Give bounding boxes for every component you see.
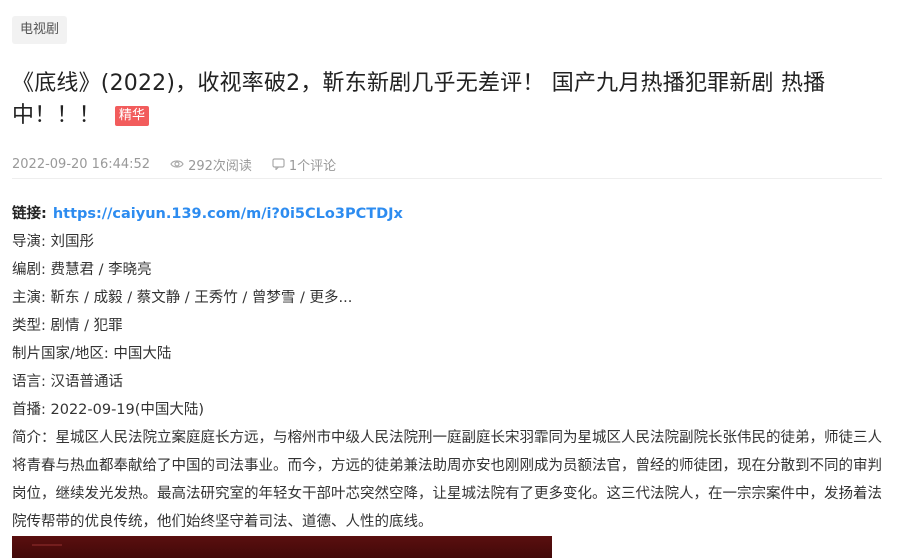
essence-badge: 精华	[114, 106, 150, 126]
meta-comments[interactable]: 1个评论	[272, 155, 336, 174]
language-row: 语言: 汉语普通话	[12, 374, 123, 390]
premiere-row: 首播: 2022-09-19(中国大陆)	[12, 402, 205, 418]
share-link[interactable]: https://caiyun.139.com/m/i?0i5CLo3PCTDJx	[53, 206, 403, 222]
article-title: 《底线》(2022)，收视率破2，靳东新剧几乎无差评！ 国产九月热播犯罪新剧 热…	[12, 68, 882, 132]
country-row: 制片国家/地区: 中国大陆	[12, 346, 172, 362]
datetime-text: 2022-09-20 16:44:52	[12, 156, 151, 172]
article-content: 链接: https://caiyun.139.com/m/i?0i5CLo3PCT…	[12, 200, 884, 536]
eye-icon	[170, 160, 184, 168]
link-label: 链接:	[12, 206, 47, 222]
category-tag[interactable]: 电视剧	[12, 16, 68, 44]
comment-icon	[272, 158, 285, 170]
director-row: 导演: 刘国彤	[12, 234, 94, 250]
writer-row: 编剧: 费慧君 / 李晓亮	[12, 262, 152, 278]
synopsis-text: 简介：星城区人民法院立案庭庭长方远，与榕州市中级人民法院刑一庭副庭长宋羽霏同为星…	[12, 430, 882, 530]
link-row: 链接: https://caiyun.139.com/m/i?0i5CLo3PCT…	[12, 200, 884, 228]
views-text: 292次阅读	[188, 158, 252, 174]
genre-row: 类型: 剧情 / 犯罪	[12, 318, 123, 334]
meta-datetime: 2022-09-20 16:44:52	[12, 157, 150, 172]
article-meta: 2022-09-20 16:44:52 292次阅读 1个评论	[12, 155, 882, 174]
meta-divider	[12, 178, 882, 179]
cover-image	[12, 536, 552, 558]
meta-views: 292次阅读	[170, 155, 252, 174]
comments-text: 1个评论	[288, 158, 337, 174]
cast-row: 主演: 靳东 / 成毅 / 蔡文静 / 王秀竹 / 曾梦雪 / 更多...	[12, 290, 353, 306]
cover-artwork	[32, 544, 62, 558]
article-page: 电视剧 《底线》(2022)，收视率破2，靳东新剧几乎无差评！ 国产九月热播犯罪…	[0, 0, 900, 558]
